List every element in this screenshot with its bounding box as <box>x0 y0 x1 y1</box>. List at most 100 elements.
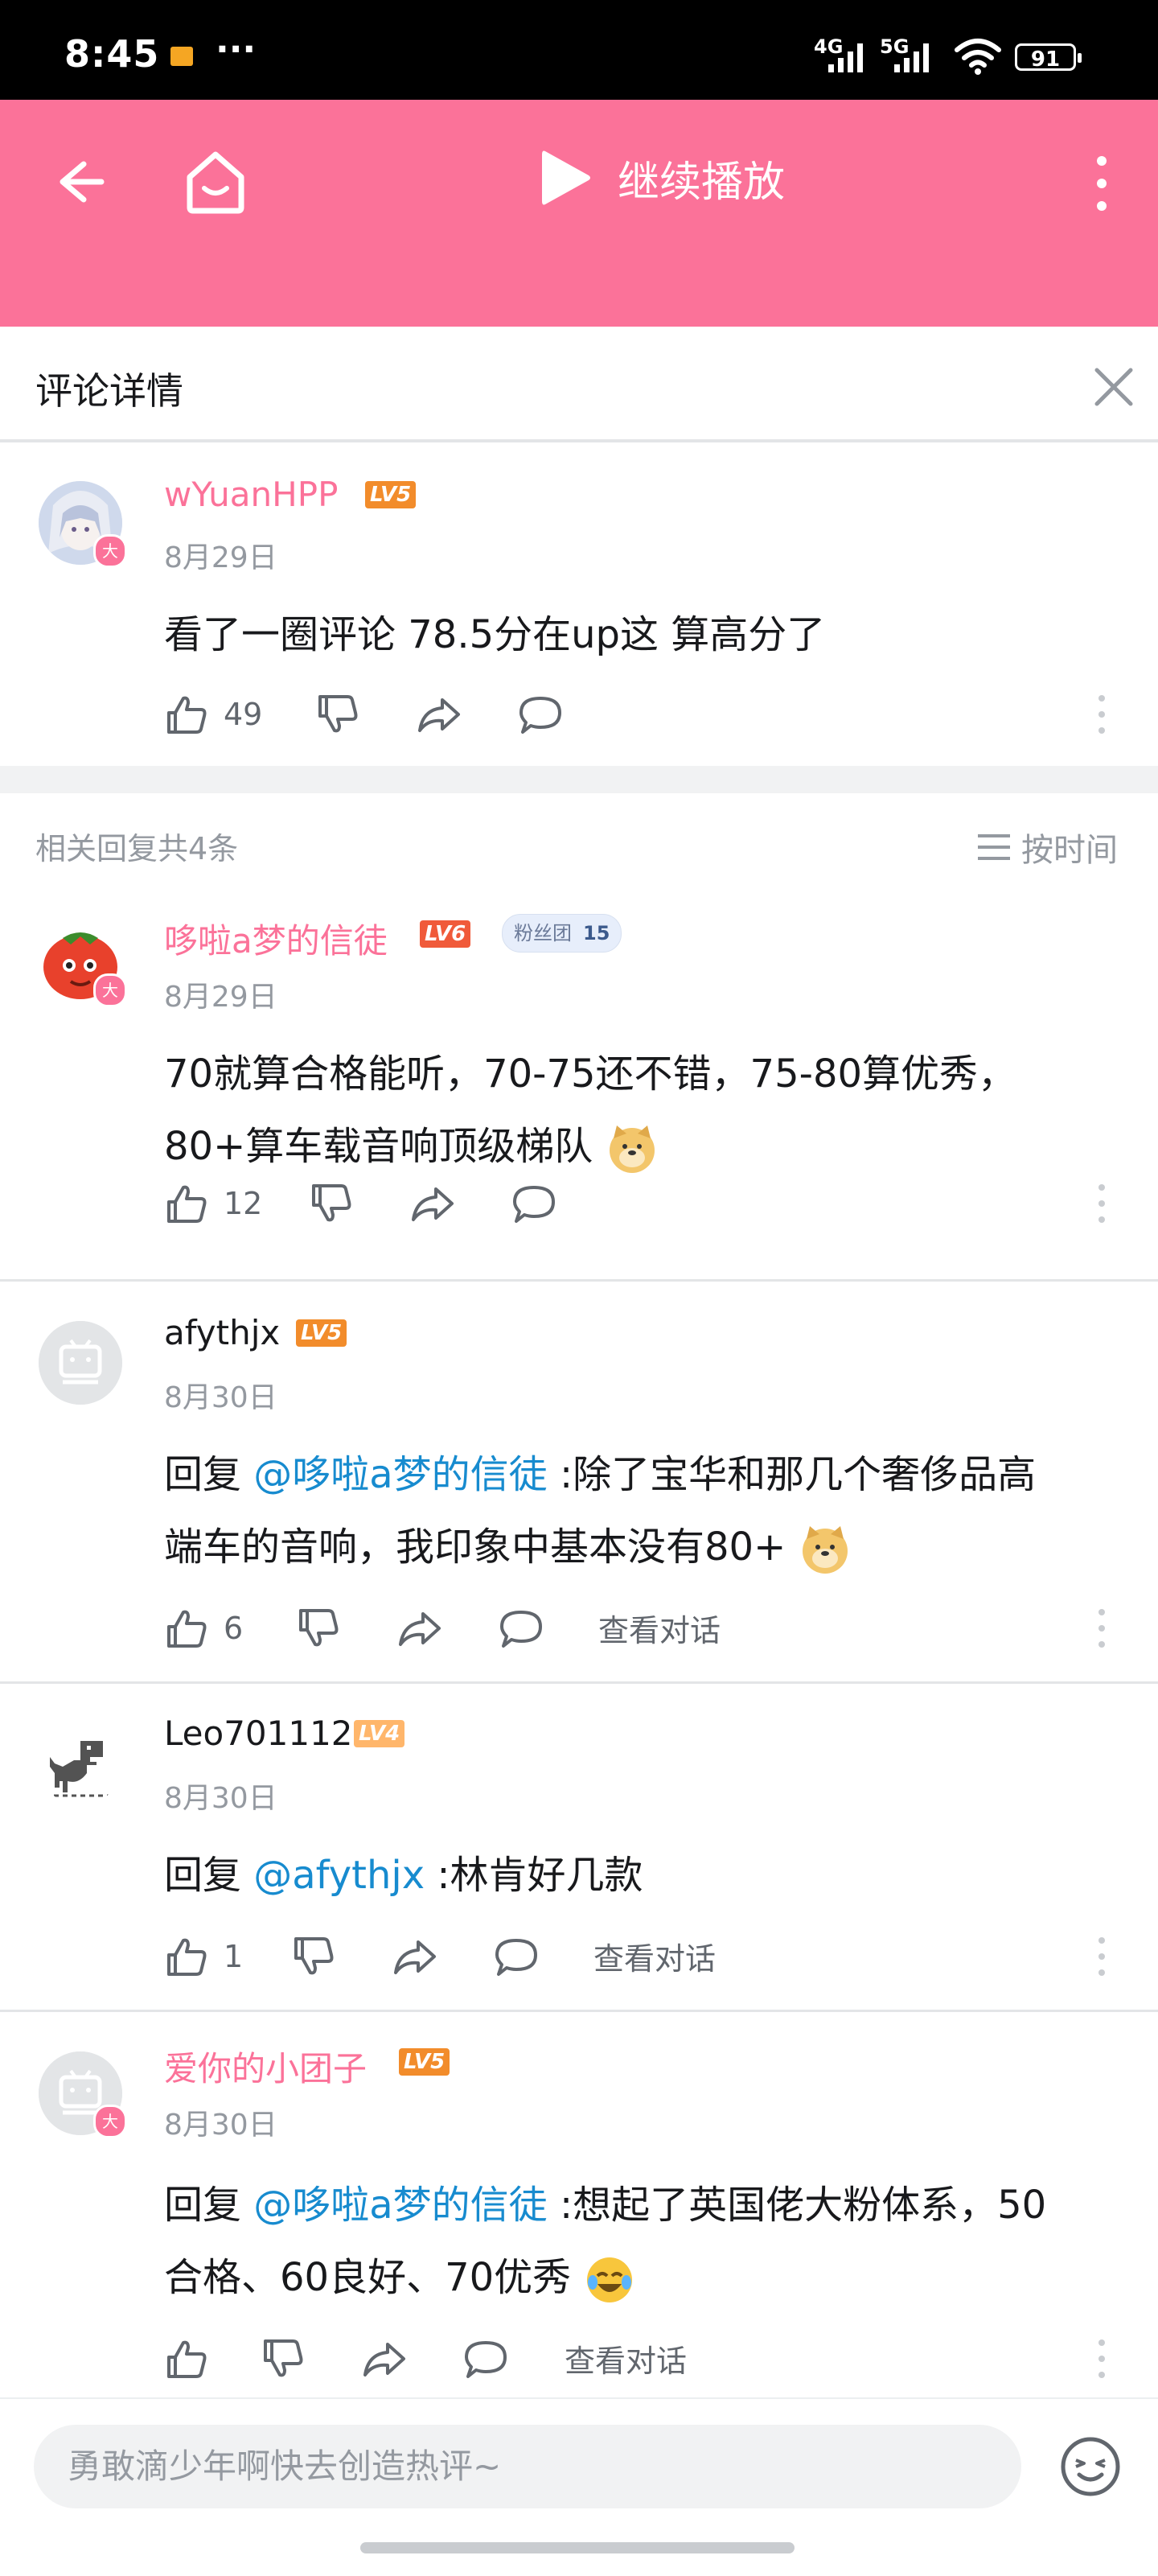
emoji-icon[interactable] <box>1058 2434 1123 2499</box>
reply-text-line-text: :除了宝华和那几个奢侈品高 <box>547 1452 1037 1497</box>
like-button[interactable]: 12 <box>164 1181 262 1226</box>
level-badge: LV5 <box>296 1319 347 1347</box>
reply-text-line: 80+算车载音响顶级梯队 <box>164 1110 1158 1183</box>
more-options-icon[interactable] <box>1097 1181 1107 1226</box>
reply-username[interactable]: 哆啦a梦的信徒 <box>164 914 388 963</box>
gesture-bar[interactable] <box>360 2542 795 2553</box>
fan-club-level: 15 <box>583 922 610 944</box>
resume-play-label: 继续播放 <box>618 158 786 207</box>
list-icon <box>978 834 1010 860</box>
like-button[interactable]: 49 <box>164 692 262 737</box>
replies-header: 相关回复共4条 按时间 <box>0 808 1158 880</box>
reply-button[interactable] <box>518 692 563 737</box>
dislike-button[interactable] <box>261 2336 306 2381</box>
comment-bubble-icon <box>519 697 561 734</box>
more-options-icon[interactable] <box>1097 1934 1107 1979</box>
view-conversation-button[interactable]: 查看对话 <box>593 1934 716 1978</box>
wifi-icon <box>955 39 1001 75</box>
comment-bubble-icon <box>513 1186 555 1223</box>
video-top-bar: 继续播放 <box>0 100 1158 327</box>
share-button[interactable] <box>392 1934 437 1979</box>
view-conversation-button[interactable]: 查看对话 <box>565 2336 687 2381</box>
thumbs-down-icon <box>264 2339 303 2377</box>
reply-text-line-text: 80+算车载音响顶级梯队 <box>164 1124 593 1169</box>
comment-composer: 勇敢滴少年啊快去创造热评~ <box>0 2397 1158 2576</box>
avatar[interactable] <box>39 1321 122 1405</box>
reply-text: 回复 @afythjx :林肯好几款 <box>164 1839 1158 1911</box>
reply-actions: 12 <box>164 1181 1113 1229</box>
mention-link[interactable]: @哆啦a梦的信徒 <box>253 2183 547 2228</box>
view-conversation-label: 查看对话 <box>565 2344 688 2379</box>
share-button[interactable] <box>397 1606 442 1651</box>
sort-by-time-button[interactable]: 按时间 <box>976 824 1118 870</box>
thumbs-up-icon <box>167 1938 207 1976</box>
dislike-button[interactable] <box>315 692 360 737</box>
mention-link[interactable]: @哆啦a梦的信徒 <box>253 1452 547 1497</box>
vip-badge: 大 <box>93 973 127 1007</box>
reply-actions: 查看对话 <box>164 2336 1113 2385</box>
share-icon <box>418 698 460 732</box>
vip-badge: 大 <box>93 534 127 568</box>
comment-bubble-icon <box>495 1939 537 1976</box>
thumbs-up-icon <box>167 696 207 734</box>
reply-prefix: 回复 <box>164 2183 254 2228</box>
status-bar: 8:45 ··· 4G 5G 91 <box>0 0 1158 100</box>
resume-play-button[interactable]: 继续播放 <box>537 146 785 209</box>
share-icon <box>399 1612 441 1646</box>
more-options-icon[interactable] <box>1097 1606 1107 1651</box>
thumbs-down-icon <box>312 1184 351 1222</box>
view-conversation-button[interactable]: 查看对话 <box>598 1606 721 1650</box>
reply-date: 8月29日 <box>164 981 277 1014</box>
share-icon <box>363 2343 405 2376</box>
comment-username[interactable]: wYuanHPP <box>164 475 338 514</box>
comment-input[interactable]: 勇敢滴少年啊快去创造热评~ <box>34 2425 1021 2508</box>
reply-text-line-text: 端车的音响，我印象中基本没有80+ <box>164 1525 786 1570</box>
reply-text-line-text: :林肯好几款 <box>425 1853 643 1898</box>
reply-text: 70就算合格能听，70-75还不错，75-80算优秀， 80+算车载音响顶级梯队 <box>164 1038 1158 1183</box>
battery-icon: 91 <box>1015 43 1082 72</box>
comment-detail-header: 评论详情 <box>0 327 1158 442</box>
like-button[interactable]: 1 <box>164 1934 243 1979</box>
level-badge: LV5 <box>365 481 417 508</box>
more-options-icon[interactable] <box>1097 2336 1107 2381</box>
avatar[interactable] <box>39 1722 122 1805</box>
comment-text: 看了一圈评论 78.5分在up这 算高分了 <box>164 612 826 657</box>
comment-bubble-icon <box>465 2341 507 2378</box>
reply-text-line-text: :想起了英国佬大粉体系，50 <box>547 2183 1047 2228</box>
like-button[interactable] <box>164 2336 209 2381</box>
sheet-title: 评论详情 <box>35 369 183 413</box>
more-vertical-icon[interactable] <box>1086 151 1118 216</box>
level-badge: LV5 <box>399 2048 450 2076</box>
mention-link[interactable]: @afythjx <box>253 1853 425 1898</box>
reply-text-line-text: 合格、60良好、70优秀 <box>164 2255 572 2300</box>
divider <box>0 1681 1158 1684</box>
reply-username[interactable]: Leo701112 <box>164 1714 353 1753</box>
doge-emoji-icon <box>609 1125 655 1173</box>
like-count: 1 <box>224 1939 244 1974</box>
close-icon[interactable] <box>1092 365 1135 409</box>
share-button[interactable] <box>417 692 462 737</box>
dislike-button[interactable] <box>309 1181 354 1226</box>
dislike-button[interactable] <box>296 1606 341 1651</box>
reply-button[interactable] <box>494 1934 539 1979</box>
share-button[interactable] <box>362 2336 407 2381</box>
reply-username[interactable]: afythjx <box>164 1313 280 1352</box>
thumbs-up-icon <box>167 2340 207 2378</box>
reply-username[interactable]: 爱你的小团子 <box>164 2042 367 2091</box>
level-badge: LV4 <box>354 1720 405 1747</box>
divider <box>0 2010 1158 2012</box>
like-button[interactable]: 6 <box>164 1606 243 1651</box>
reply-button[interactable] <box>511 1181 556 1226</box>
thumbs-down-icon <box>294 1937 334 1975</box>
reply-text: 回复 @哆啦a梦的信徒 :想起了英国佬大粉体系，50 合格、60良好、70优秀 <box>164 2169 1158 2314</box>
dislike-button[interactable] <box>291 1934 336 1979</box>
reply-text-line: 70就算合格能听，70-75还不错，75-80算优秀， <box>164 1051 1017 1097</box>
share-button[interactable] <box>410 1181 455 1226</box>
sort-label: 按时间 <box>1021 832 1118 869</box>
back-arrow-icon[interactable] <box>48 150 113 214</box>
reply-date: 8月30日 <box>164 1381 277 1414</box>
more-options-icon[interactable] <box>1097 692 1107 737</box>
home-icon[interactable] <box>179 145 253 219</box>
reply-button[interactable] <box>499 1606 544 1651</box>
reply-button[interactable] <box>463 2336 508 2381</box>
